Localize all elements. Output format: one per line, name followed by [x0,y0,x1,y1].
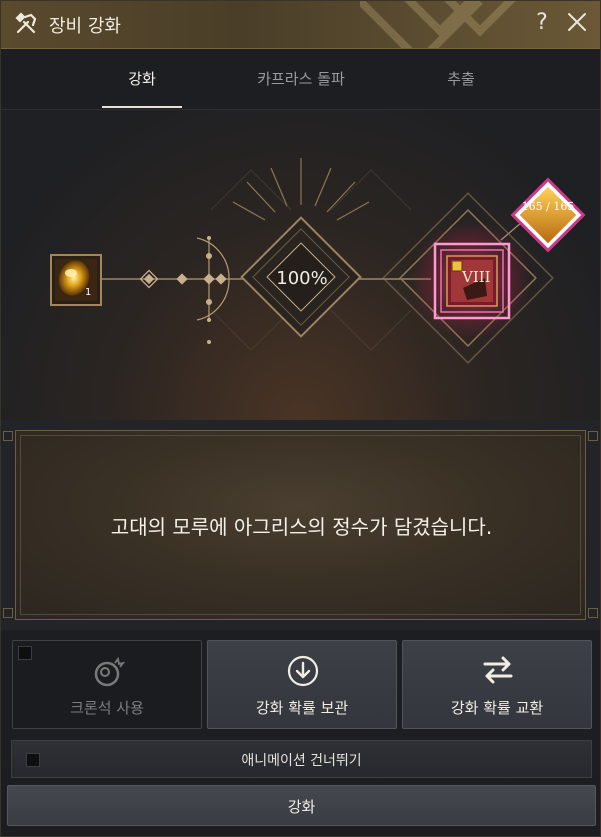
status-message: 고대의 모루에 아그리스의 정수가 담겼습니다. [110,515,493,539]
frame-corner [3,431,13,441]
enhance-stage: 100% 1 VIII 165 / 165 [1,110,600,420]
success-rate: 100% [276,268,328,289]
equipment-enhance-window: 장비 강화 ? 강화 카프라스 돌파 추출 100% 1 VIII 165 / … [0,0,601,837]
close-icon[interactable] [564,9,590,35]
title-bar[interactable]: 장비 강화 ? [1,1,600,49]
tab-bar: 강화 카프라스 돌파 추출 [1,49,600,110]
enhance-button-label: 강화 [287,798,316,816]
material-slot[interactable] [50,254,102,306]
exchange-rate-label: 강화 확률 교환 [450,699,544,717]
keep-rate-button[interactable]: 강화 확률 보관 [207,640,397,729]
frame-corner [3,608,13,618]
window-title: 장비 강화 [49,16,121,37]
hammer-icon [15,12,37,34]
title-pattern [360,1,516,48]
sunburst-rays [232,158,370,221]
keep-rate-label: 강화 확률 보관 [255,699,349,717]
tab-caphras-breakthrough[interactable]: 카프라스 돌파 [231,68,371,89]
swap-arrows-icon [483,656,513,684]
cron-stone-checkbox[interactable] [18,646,32,660]
help-button[interactable]: ? [531,10,553,35]
enhance-button[interactable]: 강화 [7,785,596,826]
stack-count: 165 / 165 [521,200,575,213]
skip-animation-option[interactable]: 애니메이션 건너뛰기 [11,740,592,778]
message-frame: 고대의 모루에 아그리스의 정수가 담겼습니다. [15,430,586,620]
target-level: VIII [462,268,491,286]
frame-corner [588,431,598,441]
cron-stone-label: 크론석 사용 [70,699,144,717]
option-row: 크론석 사용 강화 확률 보관 강화 확률 교환 [1,631,600,736]
active-tab-indicator [102,106,182,108]
stack-gem [510,177,586,253]
frame-corner [588,608,598,618]
tab-enhance[interactable]: 강화 [102,68,182,89]
material-count: 1 [85,287,92,298]
cron-stone-option[interactable]: 크론석 사용 [12,640,202,729]
cron-stone-icon [94,657,125,687]
enhance-diagram [50,158,586,364]
message-panel: 고대의 모루에 아그리스의 정수가 담겼습니다. [1,420,600,630]
arrow-down-circle-icon [287,655,319,687]
skip-animation-label: 애니메이션 건너뛰기 [241,753,362,769]
tab-extract[interactable]: 추출 [421,68,501,89]
exchange-rate-button[interactable]: 강화 확률 교환 [402,640,592,729]
